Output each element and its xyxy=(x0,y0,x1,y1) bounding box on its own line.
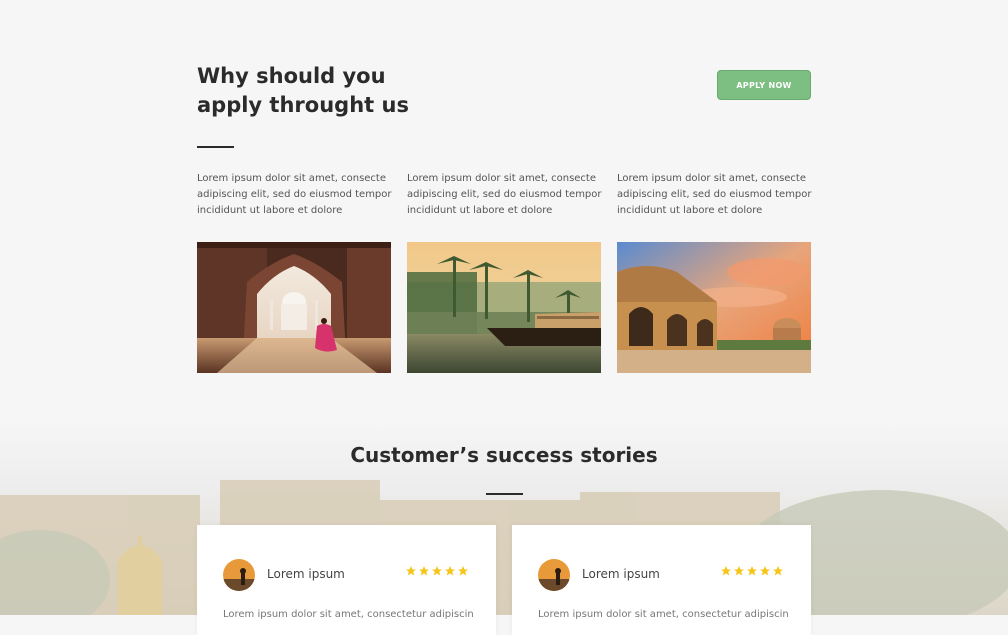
star-icon xyxy=(721,566,731,576)
avatar xyxy=(538,559,570,591)
avatar xyxy=(223,559,255,591)
star-icon xyxy=(432,566,442,576)
star-icon xyxy=(419,566,429,576)
apply-now-button[interactable]: APPLY NOW xyxy=(717,70,811,100)
heading-divider xyxy=(197,146,234,148)
star-icon xyxy=(734,566,744,576)
heading-line-1: Why should you xyxy=(197,64,386,88)
card-name: Lorem ipsum xyxy=(582,567,660,581)
story-card-1: Lorem ipsum Lorem ipsum dolor sit amet, … xyxy=(197,525,496,635)
star-icon xyxy=(458,566,468,576)
star-icon xyxy=(747,566,757,576)
star-icon xyxy=(760,566,770,576)
kerala-boat-image xyxy=(407,242,601,373)
star-icon xyxy=(406,566,416,576)
rating-stars xyxy=(405,565,469,577)
star-icon xyxy=(445,566,455,576)
stories-title: Customer’s success stories xyxy=(350,443,658,467)
rating-stars xyxy=(720,565,784,577)
section-heading: Why should you apply throught us xyxy=(197,62,457,120)
stories-divider xyxy=(486,493,523,495)
delhi-monument-image xyxy=(617,242,811,373)
heading-line-2: apply throught us xyxy=(197,93,409,117)
feature-text-1: Lorem ipsum dolor sit amet, consecte adi… xyxy=(197,173,392,216)
story-card-2: Lorem ipsum Lorem ipsum dolor sit amet, … xyxy=(512,525,811,635)
taj-mahal-image xyxy=(197,242,391,373)
feature-text-2: Lorem ipsum dolor sit amet, consecte adi… xyxy=(407,173,602,216)
star-icon xyxy=(773,566,783,576)
card-name: Lorem ipsum xyxy=(267,567,345,581)
feature-text-3: Lorem ipsum dolor sit amet, consecte adi… xyxy=(617,173,812,216)
